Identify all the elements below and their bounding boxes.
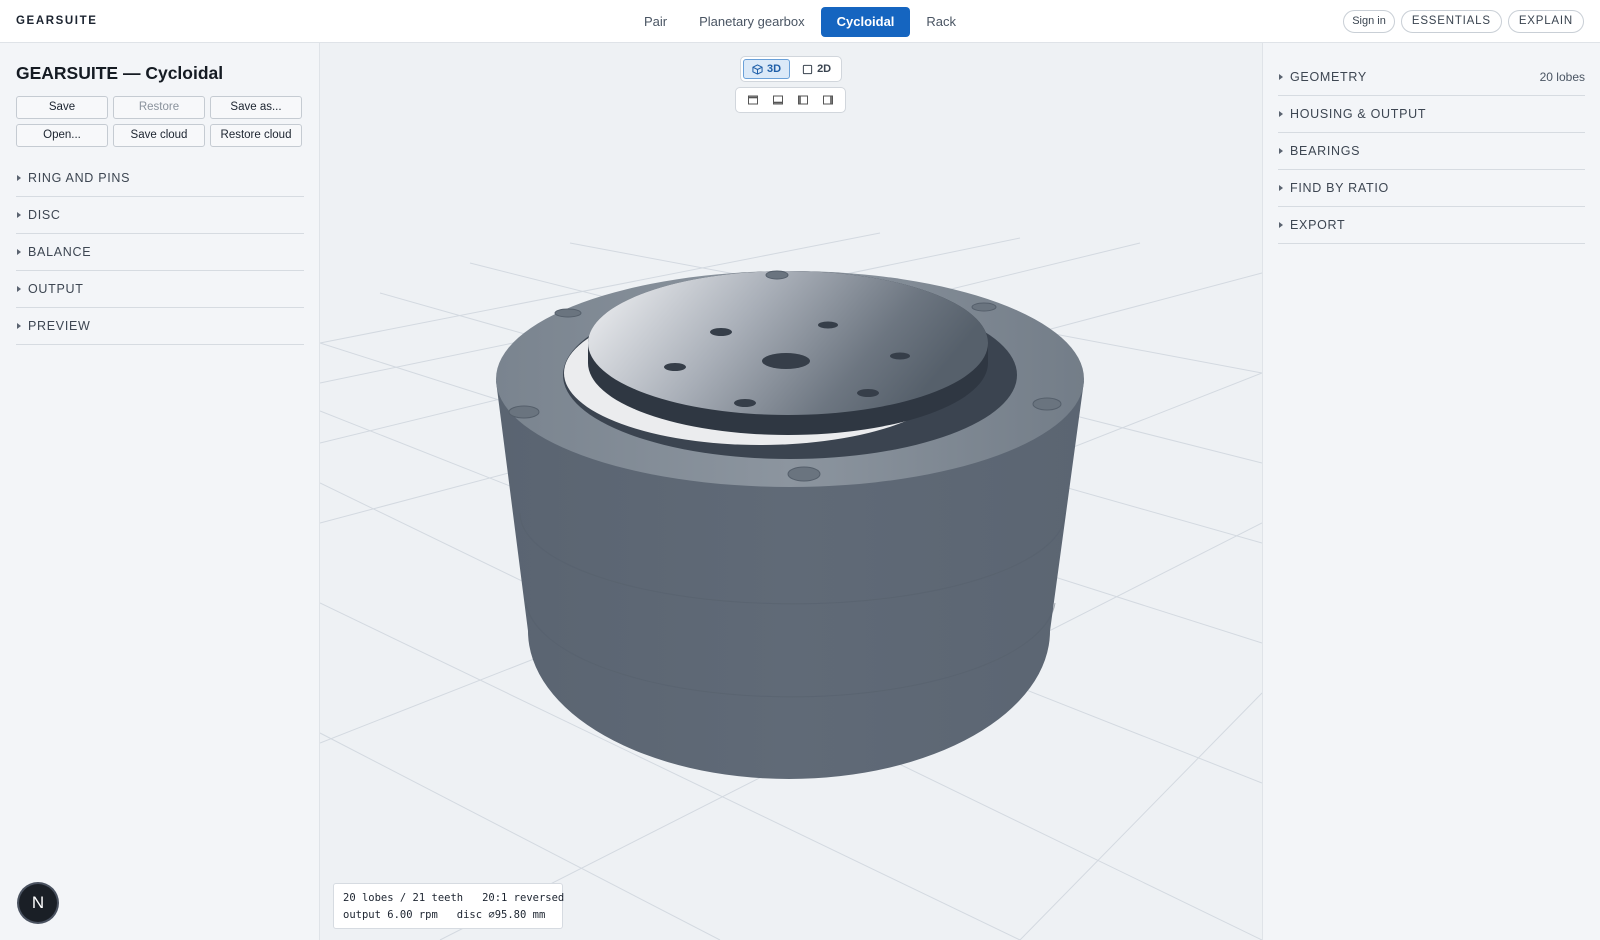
view-mode-toggle: 3D 2D bbox=[740, 56, 843, 82]
camera-view-bar bbox=[735, 87, 846, 113]
info-line-ratio: 20 lobes / 21 teeth 20:1 reversed bbox=[343, 892, 565, 904]
cube-icon bbox=[752, 63, 763, 75]
section-label: FIND BY RATIO bbox=[1290, 181, 1389, 195]
3d-viewport[interactable]: 3D 2D 20 lobes / 21 teeth 20:1 reversed o… bbox=[320, 43, 1262, 940]
tab-cycloidal[interactable]: Cycloidal bbox=[820, 7, 911, 37]
caret-right-icon bbox=[1279, 74, 1283, 80]
mode-3d-button[interactable]: 3D bbox=[743, 59, 791, 79]
save-as-button[interactable]: Save as... bbox=[210, 96, 302, 119]
square-icon bbox=[802, 64, 813, 74]
app-logo[interactable]: GEARSUITE bbox=[16, 15, 98, 27]
section-balance[interactable]: BALANCE bbox=[16, 234, 304, 271]
restore-button[interactable]: Restore bbox=[113, 96, 205, 119]
explain-button[interactable]: EXPLAIN bbox=[1507, 10, 1584, 33]
section-preview[interactable]: PREVIEW bbox=[16, 308, 304, 345]
section-label: GEOMETRY bbox=[1290, 70, 1367, 84]
view-bottom-icon bbox=[772, 95, 783, 105]
section-output[interactable]: OUTPUT bbox=[16, 271, 304, 308]
section-disc[interactable]: DISC bbox=[16, 197, 304, 234]
caret-right-icon bbox=[17, 323, 21, 329]
cycloidal-disc bbox=[588, 271, 988, 415]
top-header: GEARSUITE Pair Planetary gearbox Cycloid… bbox=[0, 0, 1600, 43]
section-export[interactable]: EXPORT bbox=[1278, 207, 1585, 244]
section-geometry[interactable]: GEOMETRY 20 lobes bbox=[1278, 59, 1585, 96]
right-panel: GEOMETRY 20 lobes HOUSING & OUTPUT BEARIN… bbox=[1262, 43, 1600, 940]
sign-in-button[interactable]: Sign in bbox=[1343, 10, 1395, 33]
dev-tools-button[interactable]: N bbox=[19, 884, 57, 922]
caret-right-icon bbox=[1279, 185, 1283, 191]
section-housing-output[interactable]: HOUSING & OUTPUT bbox=[1278, 96, 1585, 133]
view-right-icon bbox=[823, 95, 834, 105]
view-left-button[interactable] bbox=[793, 91, 813, 109]
view-bottom-button[interactable] bbox=[768, 91, 788, 109]
save-button[interactable]: Save bbox=[16, 96, 108, 119]
tab-rack[interactable]: Rack bbox=[910, 7, 972, 37]
mode-3d-label: 3D bbox=[767, 63, 782, 75]
right-accordion: GEOMETRY 20 lobes HOUSING & OUTPUT BEARIN… bbox=[1278, 59, 1585, 244]
section-label: DISC bbox=[28, 208, 61, 222]
section-label: RING AND PINS bbox=[28, 171, 131, 185]
section-ring-and-pins[interactable]: RING AND PINS bbox=[16, 160, 304, 197]
scene-canvas[interactable] bbox=[320, 43, 1262, 940]
section-label: PREVIEW bbox=[28, 319, 91, 333]
caret-right-icon bbox=[17, 249, 21, 255]
section-label: HOUSING & OUTPUT bbox=[1290, 107, 1427, 121]
section-label: EXPORT bbox=[1290, 218, 1346, 232]
restore-cloud-button[interactable]: Restore cloud bbox=[210, 124, 302, 147]
mode-2d-button[interactable]: 2D bbox=[794, 59, 839, 79]
view-top-icon bbox=[747, 95, 758, 105]
header-actions: Sign in ESSENTIALS EXPLAIN bbox=[1343, 10, 1584, 33]
info-line-output: output 6.00 rpm disc ⌀95.80 mm bbox=[343, 909, 546, 921]
lobe-count: 20 lobes bbox=[1539, 70, 1585, 84]
caret-right-icon bbox=[1279, 148, 1283, 154]
section-bearings[interactable]: BEARINGS bbox=[1278, 133, 1585, 170]
caret-right-icon bbox=[1279, 111, 1283, 117]
section-label: BALANCE bbox=[28, 245, 92, 259]
view-top-button[interactable] bbox=[743, 91, 763, 109]
caret-right-icon bbox=[17, 286, 21, 292]
caret-right-icon bbox=[17, 175, 21, 181]
view-right-button[interactable] bbox=[818, 91, 838, 109]
tab-planetary-gearbox[interactable]: Planetary gearbox bbox=[683, 7, 821, 37]
mode-2d-label: 2D bbox=[817, 63, 832, 75]
caret-right-icon bbox=[1279, 222, 1283, 228]
caret-right-icon bbox=[17, 212, 21, 218]
save-cloud-button[interactable]: Save cloud bbox=[113, 124, 205, 147]
open-button[interactable]: Open... bbox=[16, 124, 108, 147]
gear-info-readout: 20 lobes / 21 teeth 20:1 reversed output … bbox=[333, 883, 565, 929]
section-label: BEARINGS bbox=[1290, 144, 1361, 158]
view-left-icon bbox=[798, 95, 809, 105]
section-label: OUTPUT bbox=[28, 282, 84, 296]
file-actions: Save Restore Save as... Open... Save clo… bbox=[16, 96, 304, 147]
page-title: GEARSUITE — Cycloidal bbox=[16, 63, 224, 83]
section-find-by-ratio[interactable]: FIND BY RATIO bbox=[1278, 170, 1585, 207]
essentials-button[interactable]: ESSENTIALS bbox=[1400, 10, 1502, 33]
left-panel: GEARSUITE — Cycloidal Save Restore Save … bbox=[0, 43, 320, 940]
tab-pair[interactable]: Pair bbox=[628, 7, 683, 37]
left-accordion: RING AND PINS DISC BALANCE OUTPUT PREVIE… bbox=[16, 160, 304, 345]
